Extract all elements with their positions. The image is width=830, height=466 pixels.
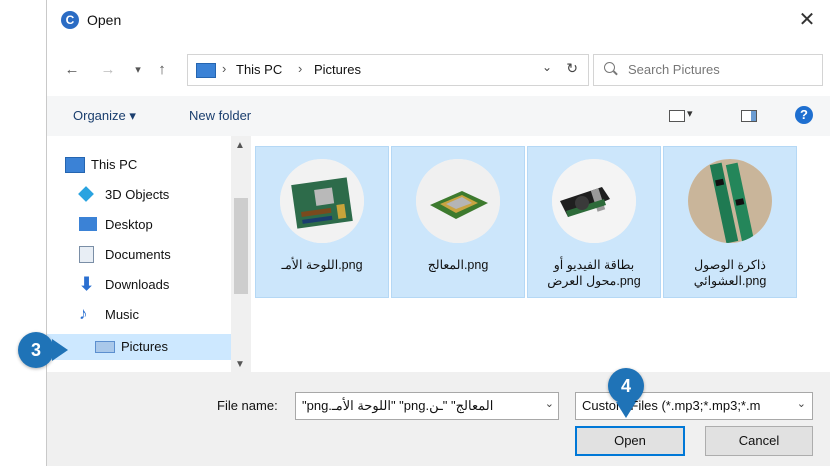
breadcrumb-separator: › <box>222 61 227 76</box>
sidebar-item-downloads[interactable]: ⬇ Downloads <box>79 272 239 298</box>
sidebar-item-label: Desktop <box>105 217 153 232</box>
search-placeholder: Search Pictures <box>628 62 720 77</box>
dialog-footer: File name: "png.اللوحة الأمـ" "png.المعا… <box>47 372 830 466</box>
sidebar-item-label: Downloads <box>105 277 170 292</box>
forward-arrow-icon[interactable]: → <box>99 60 117 80</box>
motherboard-thumbnail <box>280 159 364 243</box>
file-name-label: ذاكرة الوصول png.العشوائي <box>693 258 767 288</box>
cube-icon <box>78 186 94 202</box>
sidebar-item-documents[interactable]: Documents <box>79 242 239 268</box>
search-box[interactable]: Search Pictures <box>593 54 823 86</box>
close-icon[interactable]: ✕ <box>795 8 819 32</box>
chevron-down-icon[interactable]: ▾ <box>687 107 693 120</box>
cancel-button[interactable]: Cancel <box>705 426 813 456</box>
navigation-bar: ← → ▾ ↑ › This PC › Pictures ⌄ ↻ Search … <box>47 44 830 96</box>
computer-icon <box>65 157 85 173</box>
step-4-callout: 4 <box>608 368 644 404</box>
music-icon: ♪ <box>79 304 88 323</box>
file-name-input[interactable]: "png.اللوحة الأمـ" "png.المعالج" "ـن ⌄ <box>295 392 559 420</box>
breadcrumb-this-pc[interactable]: This PC <box>236 62 282 77</box>
file-name-label: File name: <box>217 398 278 413</box>
chevron-down-icon[interactable]: ⌄ <box>545 397 554 410</box>
open-button[interactable]: Open <box>575 426 685 456</box>
ram-thumbnail <box>688 159 772 243</box>
new-folder-button[interactable]: New folder <box>189 108 251 123</box>
refresh-icon[interactable]: ↻ <box>566 60 578 77</box>
breadcrumb-separator: › <box>298 61 303 76</box>
up-arrow-icon[interactable]: ↑ <box>153 60 171 80</box>
app-icon: C <box>61 11 79 29</box>
sidebar-item-label: Music <box>105 307 139 322</box>
command-toolbar: Organize ▾ New folder ▾ ? <box>47 96 830 136</box>
chevron-up-icon[interactable]: ▲ <box>235 140 245 151</box>
sidebar-item-music[interactable]: ♪ Music <box>79 302 239 328</box>
sidebar-item-this-pc[interactable]: This PC <box>65 152 225 178</box>
search-icon <box>604 62 615 73</box>
file-name-label: بطاقة الفيديو أو png.محول العرض <box>547 258 641 288</box>
pictures-icon <box>95 341 115 353</box>
step-4-pointer <box>616 402 636 418</box>
scrollbar-thumb[interactable] <box>234 198 248 294</box>
file-list: png.اللوحة الأمـ png.المعالج بطاقة الفيد… <box>252 136 830 372</box>
download-icon: ⬇ <box>79 274 95 294</box>
processor-thumbnail <box>416 159 500 243</box>
video-card-thumbnail <box>552 159 636 243</box>
chevron-down-icon[interactable]: ⌄ <box>542 60 552 74</box>
step-3-callout: 3 <box>18 332 54 368</box>
file-item-ram[interactable]: ذاكرة الوصول png.العشوائي <box>663 146 797 298</box>
this-pc-icon <box>196 63 216 78</box>
view-icon[interactable] <box>669 110 685 122</box>
preview-pane-icon[interactable] <box>741 110 757 122</box>
file-name-label: png.اللوحة الأمـ <box>281 258 363 272</box>
chevron-down-icon[interactable]: ⌄ <box>797 397 806 410</box>
navigation-scrollbar[interactable]: ▲ ▼ <box>231 136 251 372</box>
open-dialog: C Open ✕ ← → ▾ ↑ › This PC › Pictures ⌄ … <box>46 0 830 466</box>
step-3-pointer <box>52 339 68 361</box>
navigation-pane: This PC 3D Objects Desktop Documents ⬇ D… <box>47 136 252 372</box>
sidebar-item-label: Pictures <box>121 339 168 354</box>
sidebar-item-3d-objects[interactable]: 3D Objects <box>78 182 239 208</box>
sidebar-item-label: This PC <box>91 157 138 172</box>
sidebar-item-pictures[interactable]: Pictures <box>47 334 233 360</box>
title-bar: C Open ✕ <box>47 0 830 44</box>
organize-menu[interactable]: Organize ▾ <box>73 108 136 124</box>
sidebar-item-label: Documents <box>105 247 171 262</box>
chevron-down-icon[interactable]: ▼ <box>235 359 245 370</box>
file-name-label: png.المعالج <box>427 258 489 272</box>
file-type-value: Custom Files (*.mp3;*.mp3;*.m <box>582 398 761 413</box>
breadcrumb-pictures[interactable]: Pictures <box>314 62 361 77</box>
file-name-value: "png.اللوحة الأمـ" "png.المعالج" "ـن <box>302 398 494 413</box>
sidebar-item-label: 3D Objects <box>105 187 170 202</box>
file-item-processor[interactable]: png.المعالج <box>391 146 525 298</box>
desktop-icon <box>79 217 97 231</box>
dialog-title: Open <box>87 12 122 28</box>
help-icon[interactable]: ? <box>795 106 813 124</box>
file-item-video-card[interactable]: بطاقة الفيديو أو png.محول العرض <box>527 146 661 298</box>
sidebar-item-desktop[interactable]: Desktop <box>79 212 239 238</box>
address-bar[interactable]: › This PC › Pictures ⌄ ↻ <box>187 54 589 86</box>
file-item-motherboard[interactable]: png.اللوحة الأمـ <box>255 146 389 298</box>
back-arrow-icon[interactable]: ← <box>63 60 81 80</box>
recent-locations-icon[interactable]: ▾ <box>129 60 147 80</box>
document-icon <box>79 246 94 263</box>
